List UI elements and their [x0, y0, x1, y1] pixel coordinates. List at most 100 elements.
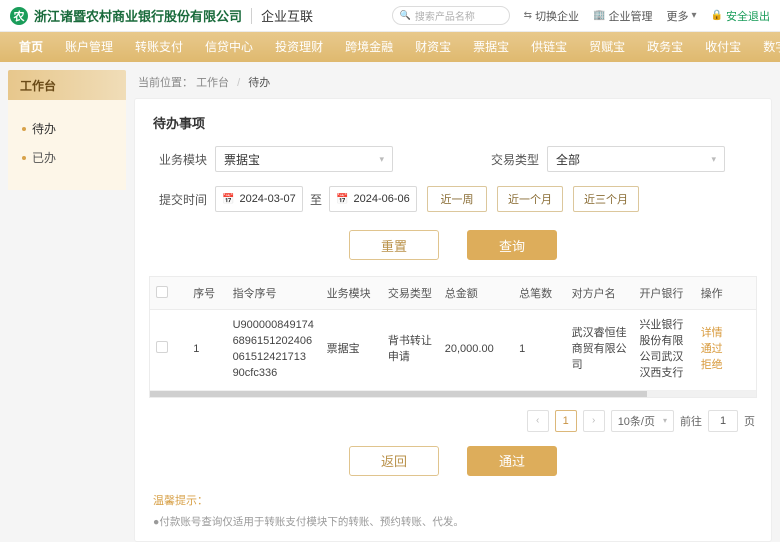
- nav-item-zhengwubao[interactable]: 政务宝: [636, 32, 694, 62]
- reset-button[interactable]: 重置: [349, 230, 439, 260]
- more-label: 更多: [667, 8, 689, 24]
- date-start-value: 2024-03-07: [239, 193, 295, 205]
- nav-item-shoufubao[interactable]: 收付宝: [694, 32, 752, 62]
- page-size-value: 10条/页: [618, 413, 655, 429]
- sidebar-item-done-label: 已办: [32, 149, 56, 166]
- select-all-cell[interactable]: [150, 277, 187, 310]
- more-link[interactable]: 更多 ▾: [667, 8, 697, 24]
- row-checkbox[interactable]: [156, 341, 168, 353]
- page-next-button[interactable]: ›: [583, 410, 605, 432]
- quick-range-week[interactable]: 近一周: [427, 186, 487, 212]
- nav-item-invest[interactable]: 投资理财: [264, 32, 334, 62]
- cell-bank: 兴业银行股份有限公司武汉汉西支行: [633, 310, 694, 391]
- search-input[interactable]: 🔍 搜索产品名称: [392, 6, 510, 25]
- goto-page-input[interactable]: 1: [708, 410, 738, 432]
- module-select[interactable]: 票据宝 ▾: [215, 146, 393, 172]
- top-bar: 农 浙江诸暨农村商业银行股份有限公司 企业互联 🔍 搜索产品名称 ⇆ 切换企业 …: [0, 0, 780, 32]
- scrollbar-thumb[interactable]: [150, 391, 647, 397]
- trade-type-select[interactable]: 全部 ▾: [547, 146, 725, 172]
- nav-item-caizibao[interactable]: 财资宝: [404, 32, 462, 62]
- page-number-1[interactable]: 1: [555, 410, 577, 432]
- nav-item-credit[interactable]: 信贷中心: [194, 32, 264, 62]
- todo-table: 序号 指令序号 业务模块 交易类型 总金额 总笔数 对方户名 开户银行 操作: [149, 276, 757, 398]
- switch-company-link[interactable]: ⇆ 切换企业: [524, 8, 579, 24]
- column-counterparty: 对方户名: [566, 277, 634, 310]
- system-name: 企业互联: [261, 6, 313, 25]
- approve-link[interactable]: 通过: [701, 342, 723, 358]
- column-amount: 总金额: [439, 277, 513, 310]
- date-start-input[interactable]: 📅 2024-03-07: [215, 186, 303, 212]
- page-size-select[interactable]: 10条/页 ▾: [611, 410, 674, 432]
- breadcrumb-parent[interactable]: 工作台: [196, 77, 229, 89]
- select-all-checkbox[interactable]: [156, 286, 168, 298]
- row-select-cell[interactable]: [150, 310, 187, 391]
- reject-link[interactable]: 拒绝: [701, 358, 723, 374]
- company-manage-link[interactable]: 🏢 企业管理: [593, 8, 652, 24]
- pass-button[interactable]: 通过: [467, 446, 557, 476]
- date-end-value: 2024-06-06: [353, 193, 409, 205]
- sidebar-item-todo-label: 待办: [32, 120, 56, 137]
- column-bank: 开户银行: [633, 277, 694, 310]
- horizontal-scrollbar[interactable]: [150, 391, 756, 397]
- table-row[interactable]: 1 U9000008491746896151202406061512421713…: [150, 310, 756, 391]
- chevron-down-icon: ▾: [379, 154, 384, 165]
- calendar-icon: 📅: [222, 194, 234, 205]
- sidebar-item-todo[interactable]: 待办: [8, 114, 126, 143]
- column-order-no: 指令序号: [227, 277, 321, 310]
- cell-counterparty: 武汉睿恒佳商贸有限公司: [566, 310, 634, 391]
- breadcrumb: 当前位置： 工作台 / 待办: [134, 70, 772, 98]
- chevron-down-icon: ▾: [692, 10, 697, 21]
- panel-title: 待办事项: [153, 113, 757, 132]
- cell-trade-type: 背书转让申请: [382, 310, 439, 391]
- chevron-down-icon: ▾: [663, 416, 667, 425]
- main-nav: 首页 账户管理 转账支付 信贷中心 投资理财 跨境金融 财资宝 票据宝 供链宝 …: [0, 32, 780, 62]
- nav-item-home[interactable]: 首页: [8, 32, 54, 62]
- lock-icon: 🔒: [711, 10, 723, 21]
- company-manage-label: 企业管理: [609, 8, 653, 24]
- bank-logo-icon: 农: [10, 7, 28, 25]
- goto-label: 前往: [680, 413, 702, 429]
- column-trade-type: 交易类型: [382, 277, 439, 310]
- nav-item-digital[interactable]: 数字生态: [752, 32, 780, 62]
- date-end-input[interactable]: 📅 2024-06-06: [329, 186, 417, 212]
- module-select-value: 票据宝: [224, 151, 260, 168]
- switch-icon: ⇆: [524, 10, 532, 21]
- detail-link[interactable]: 详情: [701, 326, 723, 342]
- pagination: ‹ 1 › 10条/页 ▾ 前往 1 页: [149, 410, 755, 432]
- calendar-icon: 📅: [336, 194, 348, 205]
- logout-link[interactable]: 🔒 安全退出: [711, 8, 770, 24]
- tips-line-1: ●付款账号查询仅适用于转账支付模块下的转账、预约转账、代发。: [153, 514, 757, 529]
- header-divider: [251, 8, 252, 24]
- bullet-icon: [22, 156, 26, 160]
- nav-item-maofubao[interactable]: 贸赋宝: [578, 32, 636, 62]
- quick-range-three-months[interactable]: 近三个月: [573, 186, 639, 212]
- back-button[interactable]: 返回: [349, 446, 439, 476]
- content-area: 当前位置： 工作台 / 待办 待办事项 业务模块 票据宝 ▾ 交易类型 全部 ▾: [134, 70, 772, 500]
- breadcrumb-prefix: 当前位置：: [138, 77, 193, 89]
- module-label: 业务模块: [149, 151, 207, 168]
- trade-type-select-value: 全部: [556, 151, 580, 168]
- nav-item-transfer[interactable]: 转账支付: [124, 32, 194, 62]
- page-prev-button[interactable]: ‹: [527, 410, 549, 432]
- nav-item-crossborder[interactable]: 跨境金融: [334, 32, 404, 62]
- filter-row-2: 提交时间 📅 2024-03-07 至 📅 2024-06-06 近一周 近一个…: [149, 186, 757, 212]
- chevron-down-icon: ▾: [711, 154, 716, 165]
- logout-label: 安全退出: [726, 8, 770, 24]
- logo-glyph: 农: [14, 8, 25, 24]
- cell-amount: 20,000.00: [439, 310, 513, 391]
- sidebar-list: 待办 已办: [8, 100, 126, 190]
- sidebar-item-done[interactable]: 已办: [8, 143, 126, 172]
- quick-range-month[interactable]: 近一个月: [497, 186, 563, 212]
- query-button[interactable]: 查询: [467, 230, 557, 260]
- column-count: 总笔数: [513, 277, 566, 310]
- filter-row-1: 业务模块 票据宝 ▾ 交易类型 全部 ▾: [149, 146, 757, 172]
- sidebar: 工作台 待办 已办: [8, 70, 126, 500]
- filter-actions: 重置 查询: [149, 230, 757, 260]
- column-module: 业务模块: [321, 277, 382, 310]
- nav-item-account[interactable]: 账户管理: [54, 32, 124, 62]
- building-icon: 🏢: [593, 10, 605, 21]
- nav-item-gonglianbao[interactable]: 供链宝: [520, 32, 578, 62]
- tips-block: 温馨提示： ●付款账号查询仅适用于转账支付模块下的转账、预约转账、代发。: [153, 492, 757, 529]
- nav-item-piaojubao[interactable]: 票据宝: [462, 32, 520, 62]
- table-header-row: 序号 指令序号 业务模块 交易类型 总金额 总笔数 对方户名 开户银行 操作: [150, 277, 756, 310]
